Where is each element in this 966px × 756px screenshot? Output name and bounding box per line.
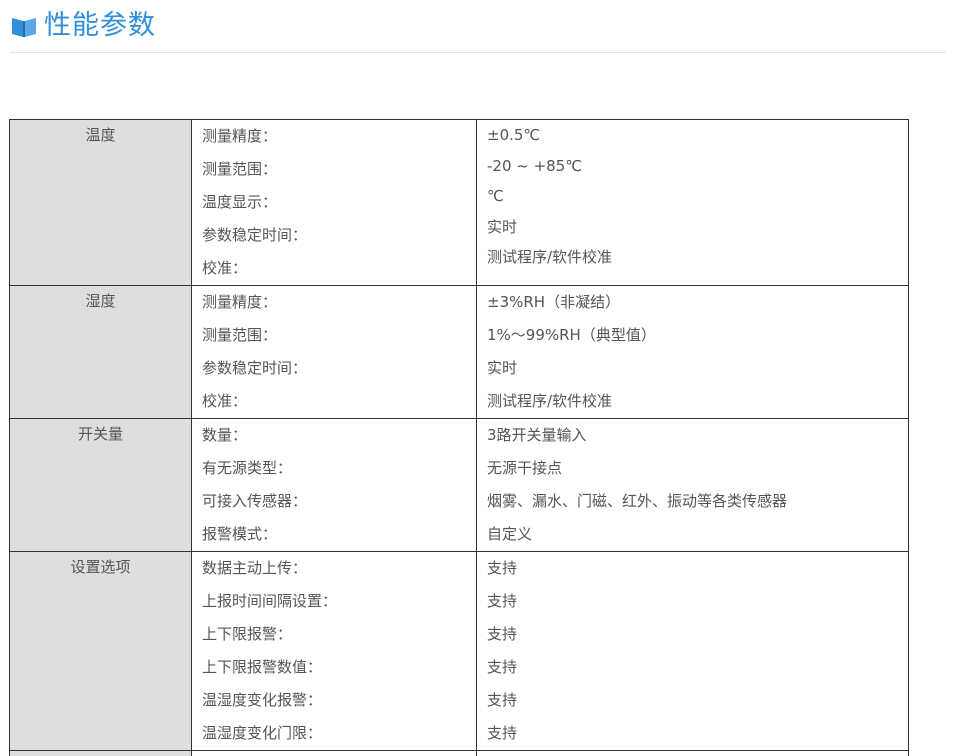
param-key: 上下限报警数值： — [202, 658, 323, 676]
table-row: 温度 测量精度： 测量范围： 温度显示： 参数稳定时间： 校准： ±0.5℃ -… — [9, 119, 909, 286]
value-cell — [476, 750, 909, 756]
param-value: 测试程序/软件校准 — [487, 392, 613, 410]
param-key: 参数稳定时间： — [202, 359, 308, 377]
param-key: 可接入传感器： — [202, 492, 308, 510]
key-cell: 测量精度： 测量范围： 参数稳定时间： 校准： — [191, 285, 477, 419]
param-value: ℃ — [487, 187, 504, 205]
category-cell: 温度 — [9, 119, 192, 286]
param-key: 测量范围： — [202, 326, 278, 344]
param-value: 测试程序/软件校准 — [487, 248, 613, 266]
key-cell — [191, 750, 477, 756]
param-key: 数量： — [202, 426, 248, 444]
page: 性能参数 温度 测量精度： 测量范围： 温度显示： 参数稳定时间： 校准： ±0… — [0, 0, 966, 756]
param-key: 校准： — [202, 259, 248, 277]
param-value: -20 ~ +85℃ — [487, 156, 583, 175]
param-value: ±0.5℃ — [487, 126, 541, 144]
param-value: 自定义 — [487, 525, 533, 543]
param-key: 参数稳定时间： — [202, 226, 308, 244]
param-value: 实时 — [487, 217, 518, 236]
category-label: 设置选项 — [70, 558, 131, 576]
param-key: 数据主动上传： — [202, 559, 308, 577]
param-value: 支持 — [487, 592, 518, 610]
category-label: 温度 — [85, 126, 116, 144]
param-value: 无源干接点 — [487, 459, 563, 477]
param-key: 温度显示： — [202, 193, 278, 211]
param-value: 实时 — [487, 359, 518, 377]
table-row — [9, 750, 909, 756]
key-cell: 测量精度： 测量范围： 温度显示： 参数稳定时间： 校准： — [191, 119, 477, 286]
param-key: 校准： — [202, 392, 248, 410]
param-value: 1%～99%RH（典型值） — [487, 326, 656, 344]
param-value: 支持 — [487, 625, 518, 643]
param-key: 温湿度变化报警： — [202, 691, 323, 709]
category-cell: 设置选项 — [9, 551, 192, 751]
param-value: 3路开关量输入 — [487, 426, 587, 444]
param-key: 有无源类型： — [202, 459, 293, 477]
param-key: 测量精度： — [202, 293, 278, 311]
param-key: 测量范围： — [202, 160, 278, 178]
param-value: 烟雾、漏水、门磁、红外、振动等各类传感器 — [487, 492, 788, 510]
key-cell: 数量： 有无源类型： 可接入传感器： 报警模式： — [191, 418, 477, 552]
key-cell: 数据主动上传： 上报时间间隔设置： 上下限报警： 上下限报警数值： 温湿度变化报… — [191, 551, 477, 751]
page-title: 性能参数 — [44, 10, 156, 41]
value-cell: ±3%RH（非凝结） 1%～99%RH（典型值） 实时 测试程序/软件校准 — [476, 285, 909, 419]
value-cell: 支持 支持 支持 支持 支持 支持 — [476, 551, 909, 751]
value-cell: 3路开关量输入 无源干接点 烟雾、漏水、门磁、红外、振动等各类传感器 自定义 — [476, 418, 909, 552]
book-icon — [12, 18, 36, 37]
param-key: 温湿度变化门限： — [202, 724, 323, 742]
table-row: 开关量 数量： 有无源类型： 可接入传感器： 报警模式： 3路开关量输入 无源干… — [9, 418, 909, 552]
param-value: 支持 — [487, 724, 518, 742]
category-cell: 开关量 — [9, 418, 192, 552]
param-key: 上下限报警： — [202, 625, 293, 643]
value-cell: ±0.5℃ -20 ~ +85℃ ℃ 实时 测试程序/软件校准 — [476, 119, 909, 286]
param-value: 支持 — [487, 658, 518, 676]
spec-table: 温度 测量精度： 测量范围： 温度显示： 参数稳定时间： 校准： ±0.5℃ -… — [9, 119, 909, 756]
category-label: 湿度 — [85, 292, 116, 310]
param-key: 测量精度： — [202, 127, 278, 145]
param-key: 上报时间间隔设置： — [202, 592, 338, 610]
param-value: ±3%RH（非凝结） — [487, 293, 621, 311]
category-cell — [9, 750, 192, 756]
param-key: 报警模式： — [202, 525, 278, 543]
section-header: 性能参数 — [10, 6, 946, 53]
category-label: 开关量 — [77, 425, 123, 443]
param-value: 支持 — [487, 691, 518, 709]
table-row: 湿度 测量精度： 测量范围： 参数稳定时间： 校准： ±3%RH（非凝结） 1%… — [9, 285, 909, 419]
category-cell: 湿度 — [9, 285, 192, 419]
table-row: 设置选项 数据主动上传： 上报时间间隔设置： 上下限报警： 上下限报警数值： 温… — [9, 551, 909, 751]
param-value: 支持 — [487, 559, 518, 577]
